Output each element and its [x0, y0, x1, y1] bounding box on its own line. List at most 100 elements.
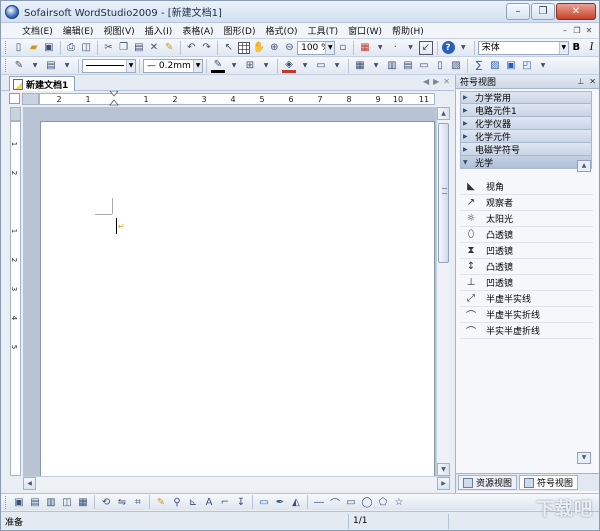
menu-view[interactable]: 视图(V): [98, 24, 139, 37]
curve-icon[interactable]: ⌒: [328, 495, 342, 510]
image-icon[interactable]: ▣: [504, 59, 518, 73]
category-electromagnetism[interactable]: ▶ 电磁学符号: [460, 143, 592, 156]
copy-icon[interactable]: ❐: [117, 41, 130, 55]
open-folder-icon[interactable]: ▰: [27, 41, 40, 55]
restore-button[interactable]: ❐: [531, 3, 555, 20]
vertical-ruler[interactable]: 1 2 1 2 3 4 5: [10, 121, 21, 476]
chevron-down-icon[interactable]: ▼: [558, 41, 568, 54]
menu-graphics[interactable]: 图形(D): [219, 24, 261, 37]
scroll-right-icon[interactable]: ▶: [437, 477, 450, 490]
flip-icon[interactable]: ⇋: [115, 495, 129, 509]
category-circuit-1[interactable]: ▶ 电路元件1: [460, 104, 592, 117]
symbol-item[interactable]: ◣ 视角: [460, 179, 593, 195]
dropdown-arrow-icon[interactable]: ▼: [536, 59, 550, 73]
dropdown-arrow-icon[interactable]: ▼: [259, 59, 273, 73]
dropdown-arrow-icon[interactable]: ▼: [227, 59, 241, 73]
menu-window[interactable]: 窗口(W): [343, 24, 387, 37]
chevron-down-icon[interactable]: ▼: [126, 59, 135, 72]
category-chem-instruments[interactable]: ▶ 化学仪器: [460, 117, 592, 130]
menu-format[interactable]: 格式(O): [260, 24, 302, 37]
horizontal-scrollbar[interactable]: ◀ ▶: [23, 476, 450, 490]
ellipse-icon[interactable]: ◯: [360, 495, 374, 509]
symbol-item[interactable]: ☼ 太阳光: [460, 211, 593, 227]
tab-new-document-1[interactable]: 新建文档1: [9, 76, 76, 91]
toolbar-grip[interactable]: [5, 495, 8, 509]
document-page[interactable]: ↵: [40, 121, 435, 476]
arrow-tool-icon[interactable]: ↧: [234, 495, 248, 509]
indent-marker-icon[interactable]: [109, 91, 119, 107]
menu-edit[interactable]: 编辑(E): [58, 24, 99, 37]
table-split-icon[interactable]: ▥: [385, 59, 399, 73]
layer-icon[interactable]: ▦: [76, 495, 90, 509]
collapse-down-icon[interactable]: ▼: [577, 452, 591, 464]
menu-help[interactable]: 帮助(H): [387, 24, 429, 37]
pencil-icon[interactable]: ✎: [154, 495, 168, 509]
print-preview-icon[interactable]: ◫: [80, 41, 93, 55]
symbol-item[interactable]: ↗ 观察者: [460, 195, 593, 211]
tab-next-icon[interactable]: ▶: [433, 77, 439, 86]
category-optics[interactable]: ▼ 光学: [460, 156, 592, 169]
table-row-icon[interactable]: ▭: [417, 59, 431, 73]
close-button[interactable]: ✕: [556, 3, 596, 20]
panel-close-icon[interactable]: ✕: [589, 77, 596, 86]
menu-file[interactable]: 文档(E): [17, 24, 58, 37]
edit-mode-icon[interactable]: ✎: [12, 59, 26, 73]
symbol-item[interactable]: ⬯ 凸透镜: [460, 227, 593, 243]
category-mechanics[interactable]: ▶ 力学常用: [460, 91, 592, 104]
align-icon[interactable]: ▣: [12, 495, 26, 509]
print-icon[interactable]: ⎙: [64, 41, 77, 55]
table-merge-icon[interactable]: ▤: [401, 59, 415, 73]
dropdown-arrow-icon[interactable]: ▼: [374, 41, 387, 55]
category-chem-elements[interactable]: ▶ 化学元件: [460, 130, 592, 143]
grid-icon[interactable]: [237, 41, 250, 55]
fill-style-icon[interactable]: ▤: [44, 59, 58, 73]
connector-icon[interactable]: ⌐: [218, 495, 232, 509]
menu-table[interactable]: 表格(A): [177, 24, 218, 37]
zoom-in-icon[interactable]: ⊕: [268, 41, 281, 55]
chart-icon[interactable]: ▨: [488, 59, 502, 73]
insert-table-icon[interactable]: ▦: [353, 59, 367, 73]
format-painter-icon[interactable]: ✎: [163, 41, 176, 55]
symbol-item[interactable]: ⤢ 半虚半实线: [460, 291, 593, 307]
crop-icon[interactable]: ⌗: [131, 495, 145, 509]
scroll-down-icon[interactable]: ▼: [437, 463, 450, 476]
object-icon[interactable]: ◰: [520, 59, 534, 73]
vertical-scrollbar[interactable]: ▲ ▼: [436, 107, 450, 476]
mdi-close-icon[interactable]: ✕: [583, 25, 595, 36]
save-icon[interactable]: ▣: [42, 41, 55, 55]
font-select[interactable]: 宋体 ▼: [477, 40, 569, 55]
dropdown-arrow-icon[interactable]: ▼: [330, 59, 344, 73]
rectangle-icon[interactable]: ▭: [344, 495, 358, 509]
dropdown-arrow-icon[interactable]: ▼: [404, 41, 417, 55]
symbol-item[interactable]: ⧗ 凹透镜: [460, 243, 593, 259]
formula-icon[interactable]: ∑: [472, 59, 486, 73]
shadow-icon[interactable]: ▭: [314, 59, 328, 73]
line-icon[interactable]: ―: [312, 495, 326, 509]
menu-tools[interactable]: 工具(T): [303, 24, 344, 37]
tab-symbol-view[interactable]: 符号视图: [519, 475, 579, 490]
delete-icon[interactable]: ✕: [147, 41, 160, 55]
pen-color-icon[interactable]: ✒: [273, 495, 287, 509]
paste-icon[interactable]: ▤: [132, 41, 145, 55]
order-icon[interactable]: ◫: [60, 495, 74, 509]
zoom-out-icon[interactable]: ⊖: [283, 41, 296, 55]
tab-prev-icon[interactable]: ◀: [423, 77, 429, 86]
dropdown-arrow-icon[interactable]: ▼: [60, 59, 74, 73]
toolbar-grip[interactable]: [5, 41, 8, 54]
symbol-icon[interactable]: ↙: [419, 40, 433, 55]
insert-chart-icon[interactable]: ▦: [358, 41, 371, 55]
dropdown-arrow-icon[interactable]: ▼: [457, 41, 470, 55]
tab-resource-view[interactable]: 资源视图: [458, 475, 518, 490]
text-tool-icon[interactable]: A: [202, 495, 216, 509]
line-style-select[interactable]: ▼: [82, 58, 136, 73]
ungroup-icon[interactable]: ▥: [44, 495, 58, 509]
polygon-icon[interactable]: ⬠: [376, 495, 390, 509]
mdi-restore-icon[interactable]: ❐: [571, 25, 583, 36]
bucket-icon[interactable]: ◭: [289, 495, 303, 509]
chevron-down-icon[interactable]: ▼: [193, 59, 202, 72]
zoom-select[interactable]: 100 % ▼: [297, 40, 336, 55]
axis-icon[interactable]: ⊾: [186, 495, 200, 509]
app-logo-icon[interactable]: [5, 4, 19, 19]
callout-icon[interactable]: ▭: [257, 495, 271, 509]
pin-icon[interactable]: ⊥: [577, 77, 584, 86]
